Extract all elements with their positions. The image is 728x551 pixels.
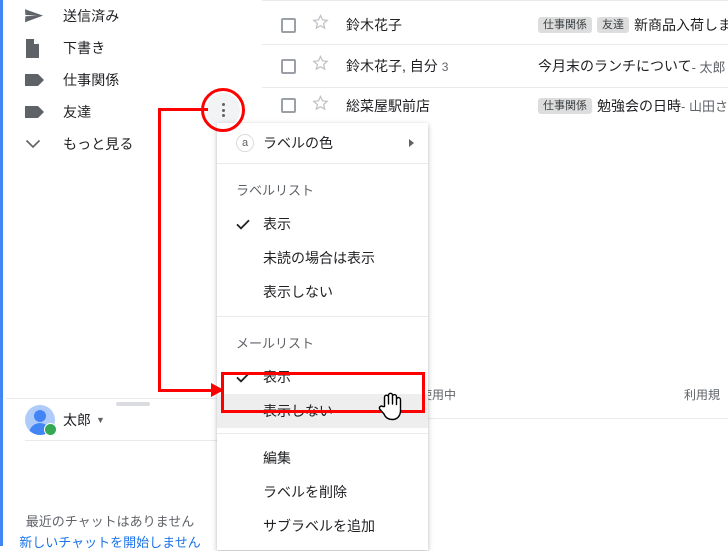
sidebar-item-friends-label[interactable]: 友達 [3,96,217,128]
sidebar-item-label: 下書き [63,40,106,56]
table-row[interactable]: 鈴木花子 仕事関係 友達 新商品入荷しま [262,6,728,45]
menu-item-label: 表示 [263,369,291,385]
sidebar-item-work-label[interactable]: 仕事関係 [3,64,217,96]
menu-item-mail-list-show[interactable]: 表示 [217,360,428,394]
chevron-down-icon[interactable]: ▼ [96,415,105,425]
menu-item-label: ラベルの色 [263,135,333,151]
sidebar-item-label: もっと見る [63,136,134,152]
row-sender-names: 鈴木花子, 自分 [346,58,438,74]
label-chip[interactable]: 友達 [597,17,629,33]
sidebar-item-sent[interactable]: 送信済み [3,0,217,32]
app-root: 送信済み 下書き 仕事関係 友達 もっと見る 太郎 ▼ 最近のチャットはありませ… [0,0,728,550]
row-sender: 鈴木花子, 自分 3 [346,56,538,76]
chevron-down-icon [25,134,51,154]
row-subject: 今月末のランチについて [538,58,692,74]
star-icon[interactable] [312,94,329,117]
send-icon [25,6,51,26]
menu-item-edit[interactable]: 編集 [217,441,428,475]
row-snippet: - 太郎 [691,59,726,75]
sidebar-item-label: 送信済み [63,8,120,24]
label-options-button[interactable] [206,93,240,127]
label-tag-icon [25,70,51,90]
chat-section-divider [25,440,217,441]
draft-icon [25,38,51,58]
check-icon [236,370,250,384]
list-top-divider [262,0,728,1]
start-new-chat-link[interactable]: 新しいチャットを開始しません [3,532,217,551]
label-chip[interactable]: 仕事関係 [538,97,592,114]
row-sender: 総菜屋駅前店 [346,97,430,114]
menu-item-add-sublabel[interactable]: サブラベルを追加 [217,509,428,543]
more-vert-icon-dot [221,113,225,117]
message-list: 鈴木花子 仕事関係 友達 新商品入荷しま 鈴木花子, 自分 3 今月末のランチにつ… [217,0,728,123]
menu-group-title-label-list: ラベルリスト [236,182,315,198]
online-status-dot [44,423,57,436]
label-options-menu: a ラベルの色 ラベルリスト 表示 未読の場合は表示 表示しない メールリスト [217,123,428,550]
more-vert-icon-dot [221,108,225,112]
row-checkbox[interactable] [281,98,296,113]
chat-user-row[interactable]: 太郎 ▼ [25,405,105,436]
row-checkbox[interactable] [281,17,296,33]
sidebar-item-more[interactable]: もっと見る [3,128,217,160]
avatar [25,405,57,436]
sidebar-item-label: 仕事関係 [63,72,120,88]
menu-spacer [217,164,428,171]
row-sender: 鈴木花子 [346,17,402,33]
more-vert-icon-dot [221,103,225,107]
star-icon[interactable] [312,55,329,77]
menu-item-label: 表示しない [263,284,333,300]
label-color-icon: a [236,134,254,152]
chat-panel-resize-grip[interactable] [116,402,150,406]
menu-item-label: 未読の場合は表示 [263,250,375,266]
menu-item-label-list-hide[interactable]: 表示しない [217,275,428,309]
sidebar-item-label: 友達 [63,104,92,120]
menu-item-label: 表示 [263,216,291,232]
menu-spacer [217,543,428,550]
star-icon[interactable] [312,14,329,36]
sidebar: 送信済み 下書き 仕事関係 友達 もっと見る 太郎 ▼ 最近のチャットはありませ… [3,0,217,550]
menu-item-label: 表示しない [263,403,333,419]
menu-item-label: ラベルを削除 [263,484,347,500]
sidebar-nav-list: 送信済み 下書き 仕事関係 友達 もっと見る [3,0,217,160]
row-subject-area: 今月末のランチについて - 太郎 [538,56,726,76]
row-subject: 勉強会の日時 [597,97,681,114]
chat-panel-divider [6,398,217,399]
menu-item-label-color[interactable]: a ラベルの色 [217,123,428,163]
label-chip[interactable]: 仕事関係 [538,17,592,33]
menu-item-label-list-show-if-unread[interactable]: 未読の場合は表示 [217,241,428,275]
chat-user-name: 太郎 [63,412,91,428]
row-subject: 新商品入荷しま [634,17,728,33]
table-row[interactable]: 総菜屋駅前店 仕事関係 勉強会の日時 - 山田さ [262,88,728,123]
row-snippet: - 山田さ [681,99,728,114]
menu-group-title-mail-list: メールリスト [236,335,315,351]
menu-item-label-list-show[interactable]: 表示 [217,207,428,241]
row-checkbox[interactable] [281,58,296,74]
sidebar-item-drafts[interactable]: 下書き [3,32,217,64]
label-tag-icon [25,102,51,122]
check-icon [236,217,250,231]
menu-item-label: サブラベルを追加 [263,518,375,534]
mouse-cursor-pointer-icon [378,391,404,426]
menu-item-remove-label[interactable]: ラベルを削除 [217,475,428,509]
chevron-right-icon [409,139,414,147]
chat-empty-message: 最近のチャットはありません [25,514,195,529]
table-row[interactable]: 鈴木花子, 自分 3 今月末のランチについて - 太郎 [262,45,728,88]
row-thread-count: 3 [441,60,449,74]
row-subject-area: 仕事関係 友達 新商品入荷しま [538,15,728,35]
menu-spacer [217,309,428,316]
terms-link[interactable]: 利用規 [684,386,720,403]
menu-item-label: 編集 [263,450,291,466]
menu-spacer [217,434,428,441]
row-subject-area: 仕事関係 勉強会の日時 - 山田さ [538,96,728,116]
menu-spacer [217,317,428,324]
